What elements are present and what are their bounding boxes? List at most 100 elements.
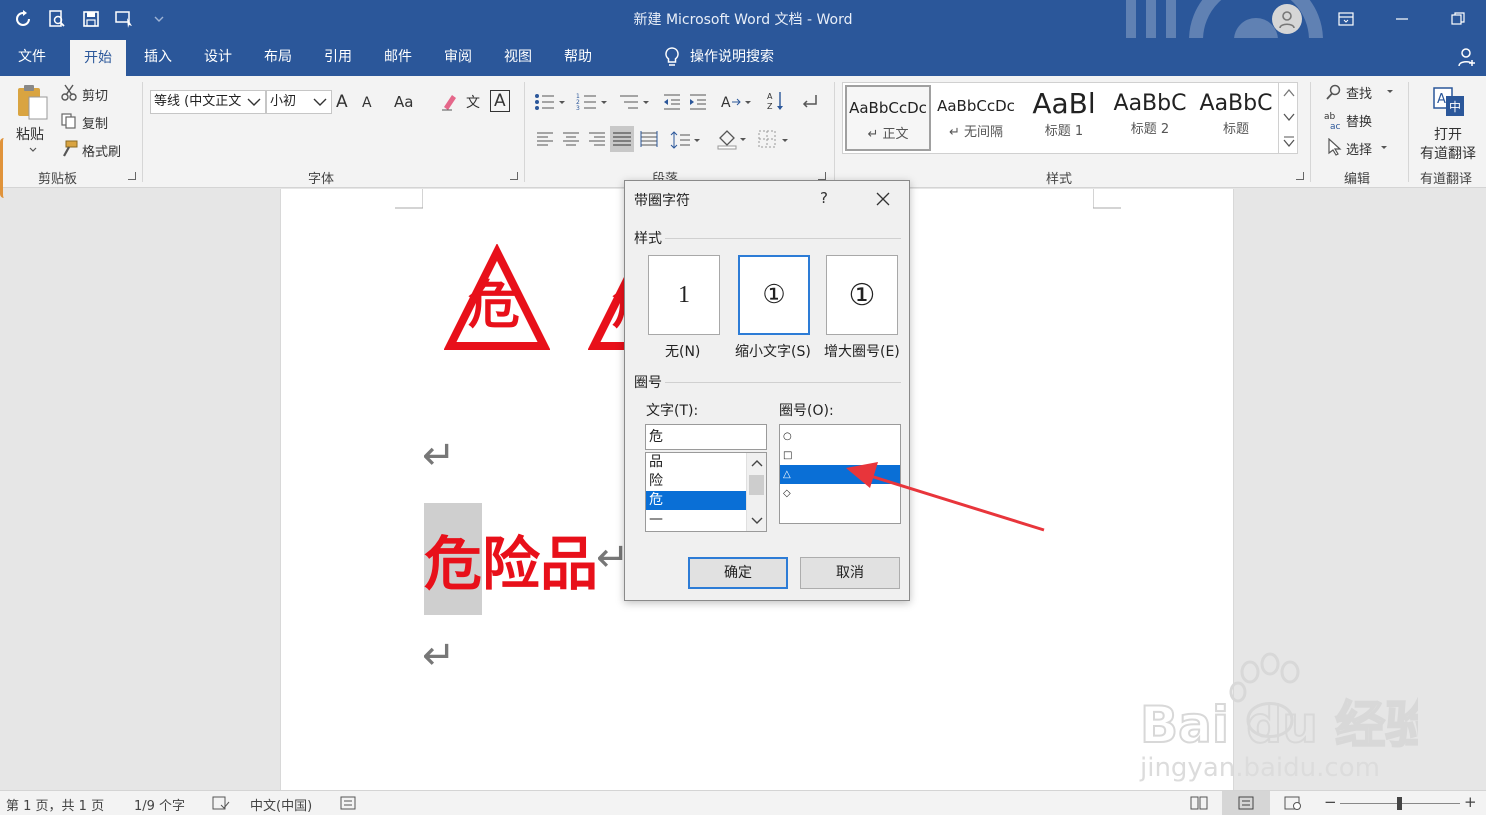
style-shrink-label[interactable]: 缩小文字(S) xyxy=(735,341,811,361)
justify-icon[interactable] xyxy=(610,126,634,152)
find-button[interactable]: 查找 xyxy=(1346,83,1372,102)
paragraph-launcher[interactable] xyxy=(818,172,826,180)
restore-button[interactable] xyxy=(1430,0,1486,38)
text-run[interactable]: 险品 xyxy=(482,517,598,601)
text-list-item-selected[interactable]: 危 xyxy=(646,491,746,510)
distributed-icon[interactable] xyxy=(640,130,658,148)
translate-icon[interactable]: A中 xyxy=(1432,86,1466,118)
minimize-button[interactable] xyxy=(1374,0,1430,38)
text-list[interactable]: 品 险 危 — xyxy=(645,452,767,532)
tab-design[interactable]: 设计 xyxy=(190,38,246,76)
change-case-button[interactable]: Aa xyxy=(394,93,413,111)
styles-more-icon[interactable] xyxy=(1282,134,1296,148)
increase-indent-icon[interactable] xyxy=(688,92,708,112)
format-painter-icon[interactable] xyxy=(60,140,78,158)
chevron-up-icon[interactable] xyxy=(751,458,763,468)
tab-mailings[interactable]: 邮件 xyxy=(370,38,426,76)
tab-review[interactable]: 审阅 xyxy=(430,38,486,76)
copy-button[interactable]: 复制 xyxy=(82,113,108,132)
shrink-font-button[interactable]: A xyxy=(362,95,372,111)
decrease-indent-icon[interactable] xyxy=(662,92,682,112)
replace-icon[interactable]: abac xyxy=(1324,110,1344,130)
style-title[interactable]: AaBbC 标题 xyxy=(1193,85,1279,151)
read-mode-icon[interactable] xyxy=(1190,796,1208,810)
scroll-thumb[interactable] xyxy=(749,475,764,495)
select-button[interactable]: 选择 xyxy=(1346,139,1372,158)
sort-icon[interactable]: AZ xyxy=(766,90,786,112)
font-launcher[interactable] xyxy=(510,172,518,180)
format-painter-button[interactable]: 格式刷 xyxy=(82,141,121,160)
style-heading-1[interactable]: AaBl 标题 1 xyxy=(1021,85,1107,151)
web-layout-icon[interactable] xyxy=(1284,796,1302,810)
cancel-button[interactable]: 取消 xyxy=(800,557,900,589)
text-input[interactable]: 危 xyxy=(645,424,767,450)
style-no-spacing[interactable]: AaBbCcDc ↵ 无间隔 xyxy=(933,85,1019,151)
zoom-out-button[interactable]: − xyxy=(1324,793,1337,811)
multilevel-list-icon[interactable] xyxy=(618,92,652,112)
tab-help[interactable]: 帮助 xyxy=(550,38,606,76)
style-shrink-text-option[interactable]: ① xyxy=(738,255,810,335)
zoom-slider-thumb[interactable] xyxy=(1397,797,1402,810)
style-normal[interactable]: AaBbCcDc ↵ 正文 xyxy=(845,85,931,151)
show-marks-icon[interactable] xyxy=(800,92,820,112)
bullets-icon[interactable] xyxy=(534,92,568,112)
account-avatar[interactable] xyxy=(1272,4,1302,34)
enclosed-character[interactable]: 危 xyxy=(444,244,550,352)
document-text-line[interactable]: 危险品 xyxy=(424,503,598,615)
align-right-icon[interactable] xyxy=(588,130,606,148)
character-border-button[interactable]: A xyxy=(490,90,510,112)
clipboard-launcher[interactable] xyxy=(128,172,136,180)
find-dropdown-icon[interactable] xyxy=(1386,89,1394,95)
chevron-down-icon[interactable] xyxy=(751,516,763,526)
chevron-down-icon[interactable] xyxy=(1282,110,1296,124)
cut-button[interactable]: 剪切 xyxy=(82,85,108,104)
close-icon[interactable] xyxy=(873,189,893,209)
style-none-label[interactable]: 无(N) xyxy=(665,341,700,361)
align-center-icon[interactable] xyxy=(562,130,580,148)
align-left-icon[interactable] xyxy=(536,130,554,148)
asian-layout-icon[interactable]: A xyxy=(720,92,754,112)
select-dropdown-icon[interactable] xyxy=(1380,145,1388,151)
selected-char[interactable]: 危 xyxy=(424,503,483,615)
zoom-in-button[interactable]: + xyxy=(1464,793,1477,811)
youdao-open-line2[interactable]: 有道翻译 xyxy=(1420,143,1476,163)
text-list-item[interactable]: 品 xyxy=(646,453,746,472)
search-icon[interactable] xyxy=(1326,84,1342,100)
tab-view[interactable]: 视图 xyxy=(490,38,546,76)
text-list-item[interactable]: 险 xyxy=(646,472,746,491)
symbol-list-item[interactable]: ○ xyxy=(780,427,900,446)
grow-font-button[interactable]: A xyxy=(336,92,348,112)
tab-references[interactable]: 引用 xyxy=(310,38,366,76)
style-enlarge-label[interactable]: 增大圈号(E) xyxy=(824,341,900,361)
proofing-icon[interactable] xyxy=(212,796,230,810)
ribbon-display-button[interactable] xyxy=(1318,0,1374,38)
word-count[interactable]: 1/9 个字 xyxy=(134,795,185,814)
tab-insert[interactable]: 插入 xyxy=(130,38,186,76)
replace-button[interactable]: 替换 xyxy=(1346,111,1372,130)
tell-me-search[interactable]: 操作说明搜索 xyxy=(664,38,774,76)
macro-icon[interactable] xyxy=(340,796,356,810)
ok-button[interactable]: 确定 xyxy=(688,557,788,589)
copy-icon[interactable] xyxy=(60,112,78,130)
scissors-icon[interactable] xyxy=(60,84,78,102)
borders-icon[interactable] xyxy=(758,130,792,150)
font-size-combo[interactable]: 小初 xyxy=(266,90,332,114)
chevron-up-icon[interactable] xyxy=(1282,86,1296,100)
tab-home[interactable]: 开始 xyxy=(70,40,126,76)
enclosed-character-partial[interactable]: 危 xyxy=(588,244,624,352)
print-layout-button[interactable] xyxy=(1222,791,1270,815)
cursor-select-icon[interactable] xyxy=(1326,138,1342,156)
styles-launcher[interactable] xyxy=(1296,172,1304,180)
shading-icon[interactable] xyxy=(716,128,750,150)
text-list-item[interactable]: — xyxy=(646,510,746,529)
style-none-option[interactable]: 1 xyxy=(648,255,720,335)
language-indicator[interactable]: 中文(中国) xyxy=(250,795,312,814)
share-button[interactable] xyxy=(1458,47,1476,71)
phonetic-guide-button[interactable]: 文 xyxy=(466,92,480,112)
clear-formatting-icon[interactable] xyxy=(440,92,458,112)
help-button[interactable]: ? xyxy=(820,189,828,207)
font-name-combo[interactable]: 等线 (中文正文 xyxy=(150,90,266,114)
style-heading-2[interactable]: AaBbC 标题 2 xyxy=(1107,85,1193,151)
style-enlarge-symbol-option[interactable]: ① xyxy=(826,255,898,335)
paste-button[interactable] xyxy=(14,82,50,122)
